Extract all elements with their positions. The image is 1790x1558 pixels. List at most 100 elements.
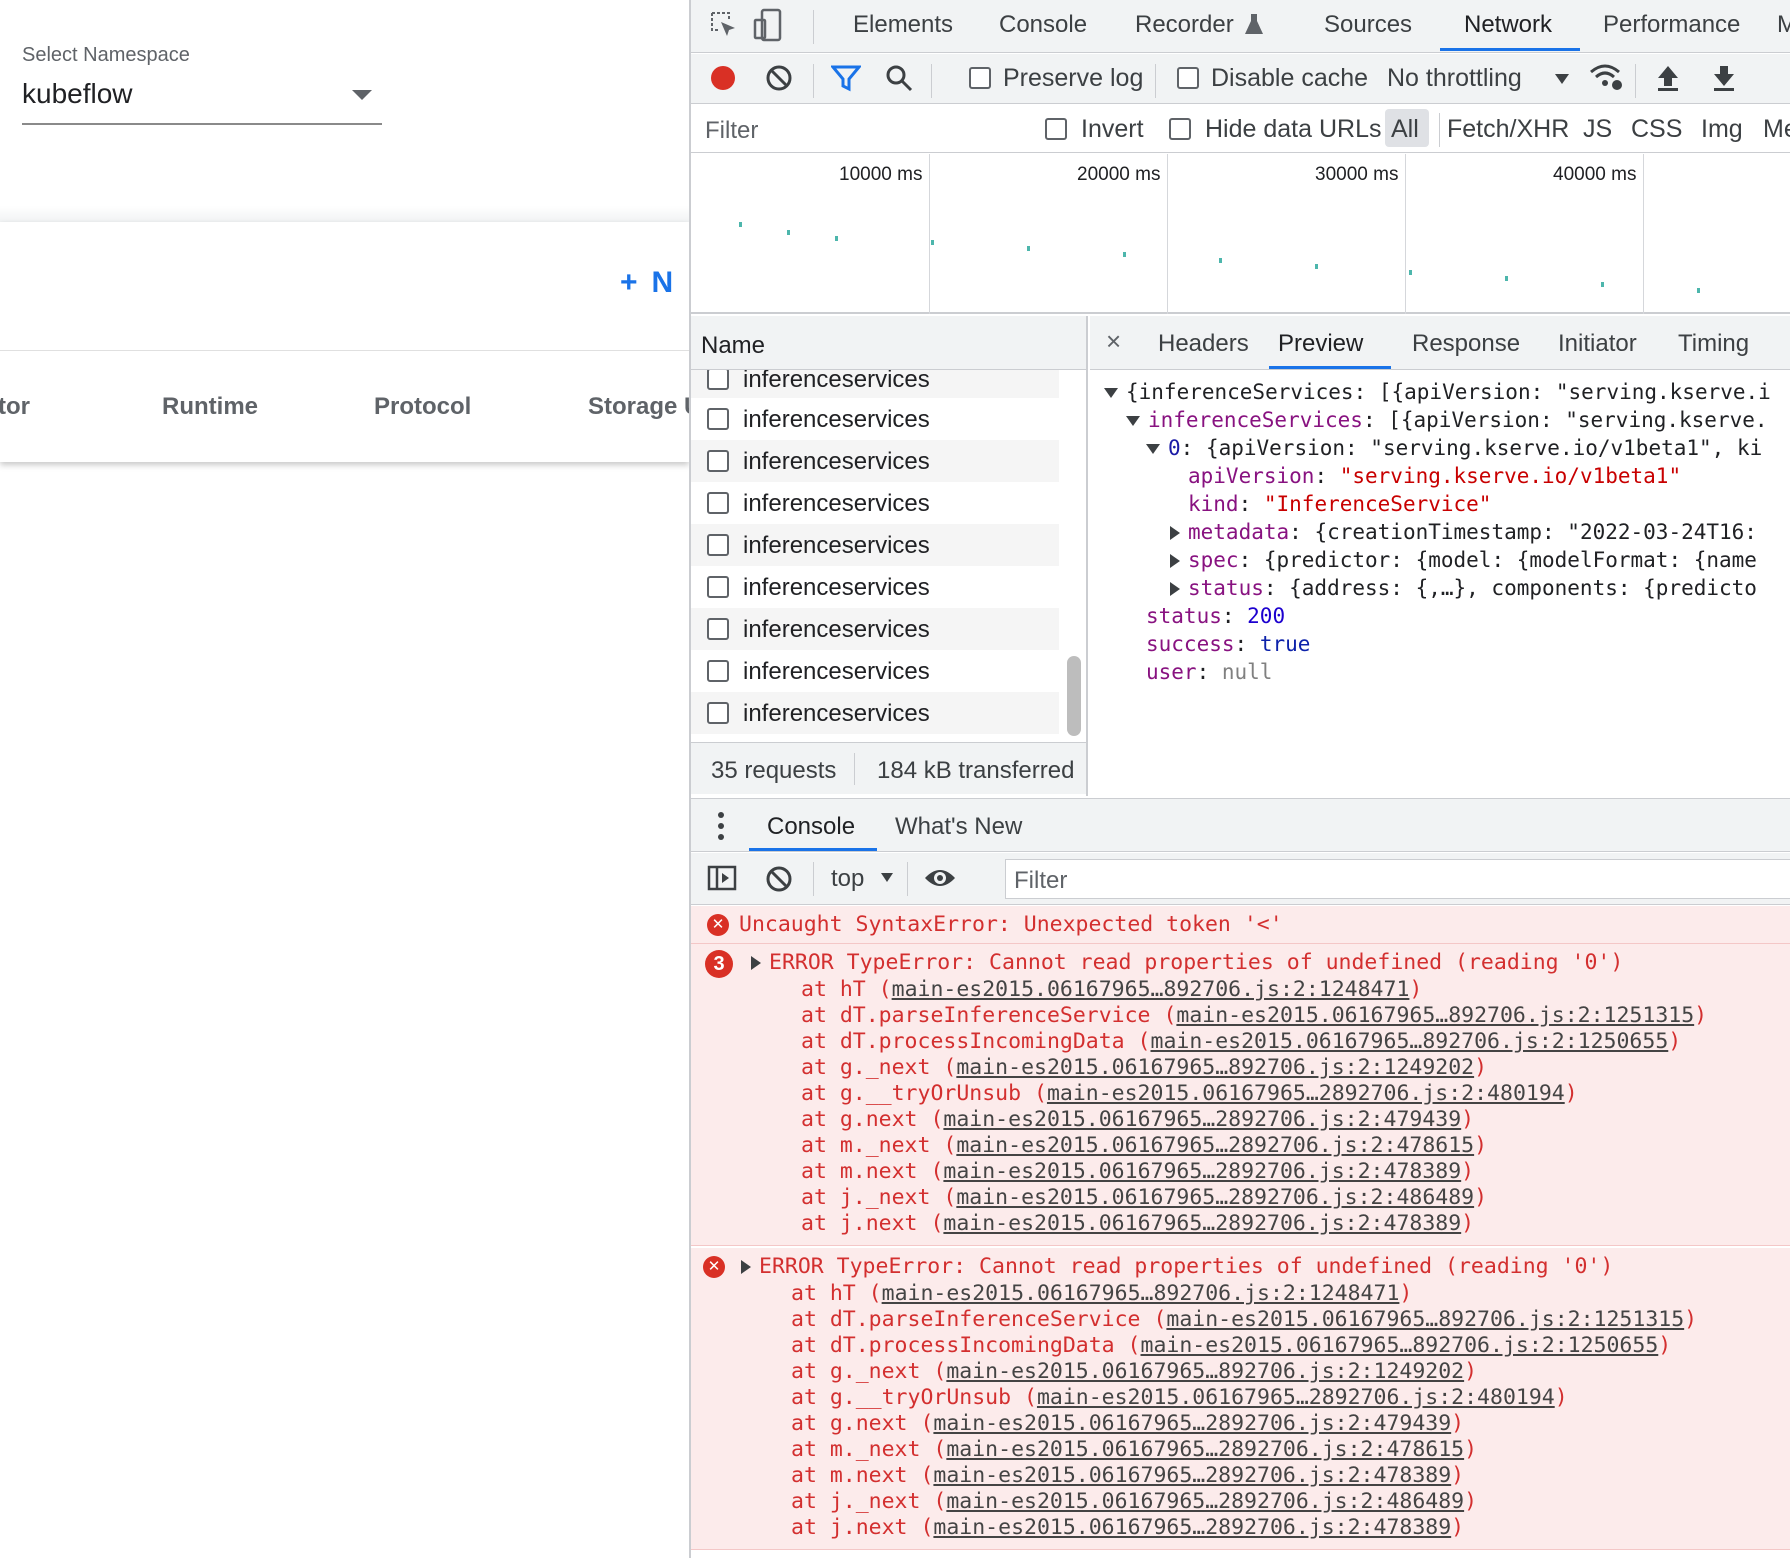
request-checkbox[interactable] — [707, 492, 729, 514]
tab-recorder[interactable]: Recorder — [1135, 11, 1234, 39]
column-header-storage[interactable]: Storage U — [588, 393, 701, 421]
context-selector[interactable]: top — [831, 865, 864, 893]
filter-icon[interactable] — [831, 64, 861, 92]
stack-frame-link[interactable]: main-es2015.06167965…2892706.js:2:478389 — [943, 1159, 1461, 1184]
expand-triangle-icon[interactable] — [741, 1260, 751, 1274]
request-row[interactable]: inferenceservices — [691, 692, 1059, 734]
stack-frame-link[interactable]: main-es2015.06167965…892706.js:2:1249202 — [946, 1359, 1464, 1384]
clear-icon[interactable] — [765, 64, 793, 92]
expand-triangle-icon[interactable] — [1170, 554, 1180, 568]
tab-performance[interactable]: Performance — [1603, 11, 1740, 39]
export-har-icon[interactable] — [1711, 64, 1737, 92]
json-line[interactable]: status: {address: {,…}, components: {pre… — [1170, 576, 1757, 600]
clear-console-icon[interactable] — [765, 865, 793, 893]
json-line[interactable]: 0: {apiVersion: "serving.kserve.io/v1bet… — [1146, 436, 1762, 460]
device-toolbar-icon[interactable] — [753, 8, 783, 42]
collapse-triangle-icon[interactable] — [1146, 444, 1160, 454]
close-icon[interactable]: × — [1106, 326, 1121, 357]
stack-frame-link[interactable]: main-es2015.06167965…2892706.js:2:480194 — [1037, 1385, 1555, 1410]
request-row[interactable]: inferenceservices — [691, 524, 1059, 566]
request-row[interactable]: inferenceservices — [691, 482, 1059, 524]
preserve-log-checkbox[interactable] — [969, 67, 991, 89]
collapse-triangle-icon[interactable] — [1126, 416, 1140, 426]
console-error-group[interactable]: ✕ ERROR TypeError: Cannot read propertie… — [691, 1248, 1790, 1550]
stack-frame-link[interactable]: main-es2015.06167965…2892706.js:2:486489 — [956, 1185, 1474, 1210]
request-checkbox[interactable] — [707, 408, 729, 430]
tab-sources[interactable]: Sources — [1324, 11, 1412, 39]
dropdown-arrow-icon[interactable] — [352, 90, 372, 100]
disable-cache-checkbox[interactable] — [1177, 67, 1199, 89]
request-checkbox[interactable] — [707, 702, 729, 724]
type-css[interactable]: CSS — [1631, 115, 1682, 144]
console-error-message[interactable]: ✕ Uncaught SyntaxError: Unexpected token… — [691, 906, 1790, 944]
more-vertical-icon[interactable] — [717, 811, 725, 841]
request-checkbox[interactable] — [707, 576, 729, 598]
console-filter-input[interactable]: Filter — [1005, 859, 1790, 899]
tab-response[interactable]: Response — [1412, 330, 1520, 358]
expand-triangle-icon[interactable] — [751, 956, 761, 970]
request-row[interactable]: inferenceservices — [691, 440, 1059, 482]
sidebar-toggle-icon[interactable] — [707, 865, 737, 891]
type-all[interactable]: All — [1391, 115, 1419, 144]
stack-frame-link[interactable]: main-es2015.06167965…2892706.js:2:479439 — [933, 1411, 1451, 1436]
stack-frame-link[interactable]: main-es2015.06167965…2892706.js:2:480194 — [1047, 1081, 1565, 1106]
request-list-scrollbar[interactable] — [1067, 656, 1081, 736]
throttling-chevron-down-icon[interactable] — [1555, 74, 1569, 84]
expand-triangle-icon[interactable] — [1170, 526, 1180, 540]
network-timeline-overview[interactable]: 10000 ms 20000 ms 30000 ms 40000 ms — [691, 154, 1790, 314]
request-checkbox[interactable] — [707, 660, 729, 682]
stack-frame-link[interactable]: main-es2015.06167965…892706.js:2:1250655 — [1141, 1333, 1659, 1358]
column-header-runtime[interactable]: Runtime — [162, 393, 258, 421]
tab-preview[interactable]: Preview — [1278, 330, 1363, 358]
network-filter-input[interactable]: Filter — [697, 109, 1027, 147]
drawer-tab-whats-new[interactable]: What's New — [895, 813, 1022, 841]
request-checkbox[interactable] — [707, 534, 729, 556]
stack-frame-link[interactable]: main-es2015.06167965…892706.js:2:1251315 — [1166, 1307, 1684, 1332]
type-media[interactable]: Me — [1763, 115, 1790, 144]
stack-frame-link[interactable]: main-es2015.06167965…2892706.js:2:478389 — [933, 1515, 1451, 1540]
drawer-tab-console[interactable]: Console — [767, 813, 855, 841]
network-conditions-icon[interactable] — [1589, 62, 1623, 92]
stack-frame-link[interactable]: main-es2015.06167965…2892706.js:2:478615 — [946, 1437, 1464, 1462]
live-expression-eye-icon[interactable] — [923, 866, 957, 890]
request-row[interactable]: inferenceservices — [691, 370, 1059, 398]
stack-frame-link[interactable]: main-es2015.06167965…892706.js:2:1249202 — [956, 1055, 1474, 1080]
column-header-protocol[interactable]: Protocol — [374, 393, 471, 421]
json-line[interactable]: spec: {predictor: {model: {modelFormat: … — [1170, 548, 1757, 572]
request-row[interactable]: inferenceservices — [691, 566, 1059, 608]
tab-initiator[interactable]: Initiator — [1558, 330, 1637, 358]
tab-timing[interactable]: Timing — [1678, 330, 1749, 358]
throttling-select[interactable]: No throttling — [1387, 64, 1522, 93]
stack-frame-link[interactable]: main-es2015.06167965…892706.js:2:1251315 — [1176, 1003, 1694, 1028]
stack-frame-link[interactable]: main-es2015.06167965…892706.js:2:1250655 — [1151, 1029, 1669, 1054]
stack-frame-link[interactable]: main-es2015.06167965…892706.js:2:1248471 — [892, 977, 1410, 1002]
stack-frame-link[interactable]: main-es2015.06167965…892706.js:2:1248471 — [882, 1281, 1400, 1306]
namespace-select[interactable]: kubeflow — [22, 78, 133, 110]
request-list-header[interactable]: Name — [691, 316, 1086, 370]
tab-headers[interactable]: Headers — [1158, 330, 1249, 358]
stack-frame-link[interactable]: main-es2015.06167965…2892706.js:2:486489 — [946, 1489, 1464, 1514]
stack-frame-link[interactable]: main-es2015.06167965…2892706.js:2:478389 — [943, 1211, 1461, 1236]
hide-data-urls-checkbox[interactable] — [1169, 118, 1191, 140]
request-row[interactable]: inferenceservices — [691, 398, 1059, 440]
invert-checkbox[interactable] — [1045, 118, 1067, 140]
request-checkbox[interactable] — [707, 370, 729, 390]
type-fetch-xhr[interactable]: Fetch/XHR — [1447, 115, 1569, 144]
tab-more[interactable]: M — [1777, 11, 1790, 39]
search-icon[interactable] — [885, 64, 913, 92]
request-checkbox[interactable] — [707, 618, 729, 640]
context-chevron-down-icon[interactable] — [881, 873, 893, 882]
column-header-predictor[interactable]: tor — [0, 393, 30, 421]
type-js[interactable]: JS — [1583, 115, 1612, 144]
record-icon[interactable] — [709, 64, 737, 92]
stack-frame-link[interactable]: main-es2015.06167965…2892706.js:2:479439 — [943, 1107, 1461, 1132]
request-row[interactable]: inferenceservices — [691, 608, 1059, 650]
inspect-element-icon[interactable] — [709, 10, 739, 40]
json-line[interactable]: inferenceServices: [{apiVersion: "servin… — [1126, 408, 1768, 432]
stack-frame-link[interactable]: main-es2015.06167965…2892706.js:2:478615 — [956, 1133, 1474, 1158]
type-img[interactable]: Img — [1701, 115, 1743, 144]
collapse-triangle-icon[interactable] — [1104, 388, 1118, 398]
stack-frame-link[interactable]: main-es2015.06167965…2892706.js:2:478389 — [933, 1463, 1451, 1488]
console-error-group[interactable]: 3 ERROR TypeError: Cannot read propertie… — [691, 944, 1790, 1246]
request-row[interactable]: inferenceservices — [691, 650, 1059, 692]
